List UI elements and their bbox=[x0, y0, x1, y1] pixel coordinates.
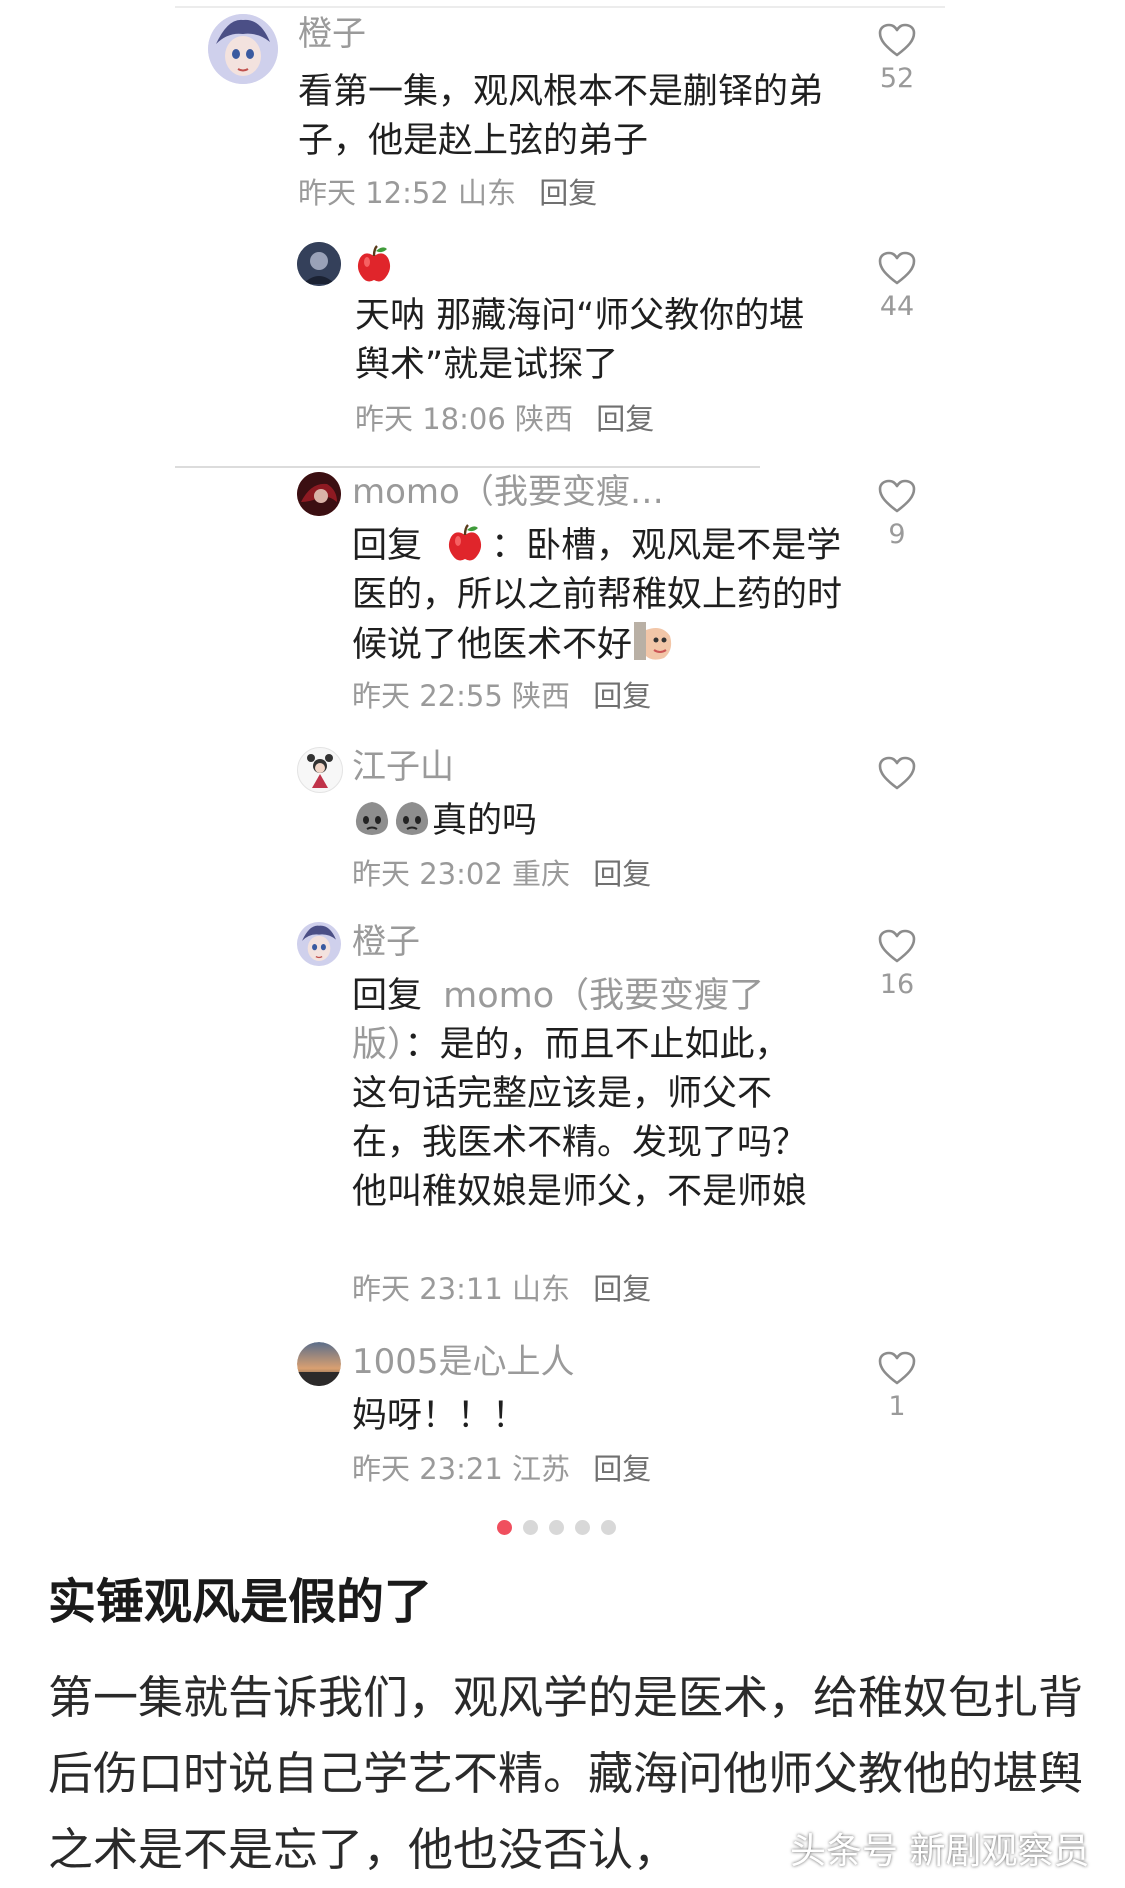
comment-location: 陕西 bbox=[512, 679, 571, 713]
like-count: 9 bbox=[888, 519, 906, 550]
sad-blob-emoji bbox=[355, 802, 389, 835]
carousel-dot[interactable] bbox=[497, 1520, 512, 1535]
comment-item: 橙子 回复 momo（我要变瘦了版）：是的，而且不止如此，这句话完整应该是，师父… bbox=[0, 910, 1125, 1330]
comment-item: 1005是心上人 妈呀！！！ 昨天 23:21 江苏 回复 1 bbox=[0, 1330, 1125, 1500]
comment-text: 回复 momo（我要变瘦了版）：是的，而且不止如此，这句话完整应该是，师父不在，… bbox=[352, 972, 822, 1217]
like-count: 1 bbox=[888, 1391, 906, 1422]
comment-meta: 昨天 23:02 重庆 回复 bbox=[352, 857, 651, 891]
avatar[interactable] bbox=[297, 922, 341, 966]
comment-text: 天呐 那藏海问“师父教你的堪舆术”就是试探了 bbox=[355, 296, 805, 385]
comment-meta: 昨天 23:21 江苏 回复 bbox=[352, 1452, 651, 1486]
sunset-avatar-icon bbox=[297, 1342, 341, 1386]
comment-item: 江子山 真的吗 昨天 23:02 重庆 回复 bbox=[0, 735, 1125, 910]
like-button[interactable]: 1 bbox=[862, 1350, 932, 1422]
comment-date: 昨天 12:52 bbox=[298, 176, 449, 210]
comment-location: 山东 bbox=[512, 1272, 571, 1306]
heart-icon bbox=[878, 23, 916, 57]
anime-avatar-icon bbox=[208, 14, 278, 84]
like-count: 16 bbox=[879, 969, 915, 1000]
comment-location: 山东 bbox=[458, 176, 517, 210]
comment-location: 重庆 bbox=[512, 857, 571, 891]
apple-emoji[interactable] bbox=[445, 523, 485, 563]
comment-item: 橙子 看第一集，观风根本不是蒯铎的弟子，他是赵上弦的弟子 昨天 12:52 山东… bbox=[0, 0, 1125, 230]
heart-icon bbox=[878, 479, 916, 513]
watermark: 头条号 新剧观察员 bbox=[790, 1831, 1090, 1872]
comment-location: 陕西 bbox=[515, 402, 574, 436]
comment-meta: 昨天 18:06 陕西 回复 bbox=[355, 402, 654, 436]
comment-text: 看第一集，观风根本不是蒯铎的弟子，他是赵上弦的弟子 bbox=[298, 72, 824, 161]
comment-username[interactable]: 橙子 bbox=[352, 922, 420, 962]
avatar[interactable] bbox=[297, 1342, 341, 1386]
carousel-dot[interactable] bbox=[601, 1520, 616, 1535]
carousel-indicator bbox=[497, 1520, 629, 1536]
comment-item: 天呐 那藏海问“师父教你的堪舆术”就是试探了 昨天 18:06 陕西 回复 44 bbox=[0, 230, 1125, 460]
comment-body: ：是的，而且不止如此，这句话完整应该是，师父不在，我医术不精。发现了吗？他叫稚奴… bbox=[352, 1025, 808, 1212]
comment-meta: 昨天 23:11 山东 回复 bbox=[352, 1272, 651, 1306]
girl-avatar-icon bbox=[298, 748, 342, 792]
heart-icon bbox=[878, 756, 916, 790]
comment-text: 妈呀！！！ bbox=[352, 1396, 528, 1436]
reply-button[interactable]: 回复 bbox=[593, 857, 651, 891]
reply-prefix: 回复 bbox=[352, 976, 423, 1016]
avatar[interactable] bbox=[297, 747, 343, 793]
carousel-dot[interactable] bbox=[523, 1520, 538, 1535]
anime-avatar-icon bbox=[297, 922, 341, 966]
like-button[interactable]: 52 bbox=[862, 22, 932, 94]
comment-username[interactable]: 橙子 bbox=[298, 14, 366, 54]
like-count: 52 bbox=[879, 63, 915, 94]
like-button[interactable] bbox=[862, 755, 932, 797]
comment-username[interactable]: 江子山 bbox=[352, 747, 454, 787]
heart-icon bbox=[878, 1351, 916, 1385]
carousel-dot[interactable] bbox=[575, 1520, 590, 1535]
comment-location: 江苏 bbox=[512, 1452, 571, 1486]
peek-sticker-icon bbox=[634, 622, 672, 660]
comment-date: 昨天 23:21 bbox=[352, 1452, 503, 1486]
avatar[interactable] bbox=[297, 472, 341, 516]
comment-username[interactable]: momo（我要变瘦… bbox=[352, 472, 664, 512]
like-button[interactable]: 16 bbox=[862, 928, 932, 1000]
comment-meta: 昨天 12:52 山东 回复 bbox=[298, 176, 597, 210]
reply-button[interactable]: 回复 bbox=[596, 402, 654, 436]
carousel-dot[interactable] bbox=[549, 1520, 564, 1535]
sad-blob-emoji bbox=[395, 802, 429, 835]
comment-text: 回复 ：卧槽，观风是不是学医的，所以之前帮稚奴上药的时候说了他医术不好 bbox=[352, 522, 842, 670]
like-count: 44 bbox=[879, 291, 915, 322]
reply-button[interactable]: 回复 bbox=[593, 1272, 651, 1306]
avatar[interactable] bbox=[297, 242, 341, 286]
comment-username[interactable]: 1005是心上人 bbox=[352, 1342, 575, 1382]
like-button[interactable]: 44 bbox=[862, 250, 932, 322]
comment-date: 昨天 23:11 bbox=[352, 1272, 503, 1306]
comment-date: 昨天 22:55 bbox=[352, 679, 503, 713]
comment-item: momo（我要变瘦… 回复 ：卧槽，观风是不是学医的，所以之前帮稚奴上药的时候说… bbox=[0, 460, 1125, 735]
comment-meta: 昨天 22:55 陕西 回复 bbox=[352, 679, 651, 713]
reply-button[interactable]: 回复 bbox=[593, 679, 651, 713]
reply-button[interactable]: 回复 bbox=[593, 1452, 651, 1486]
comment-body: 真的吗 bbox=[432, 801, 538, 841]
heart-icon bbox=[878, 929, 916, 963]
comment-username[interactable] bbox=[355, 244, 393, 287]
article-heading: 实锤观风是假的了 bbox=[48, 1574, 433, 1630]
reply-prefix: 回复 bbox=[352, 526, 423, 566]
comment-date: 昨天 18:06 bbox=[355, 402, 506, 436]
comment-date: 昨天 23:02 bbox=[352, 857, 503, 891]
red-dark-avatar-icon bbox=[297, 472, 341, 516]
avatar[interactable] bbox=[208, 14, 278, 84]
comment-text: 真的吗 bbox=[352, 797, 842, 846]
reply-button[interactable]: 回复 bbox=[539, 176, 597, 210]
heart-icon bbox=[878, 251, 916, 285]
apple-emoji bbox=[357, 245, 391, 282]
like-button[interactable]: 9 bbox=[862, 478, 932, 550]
comment-body: ：卧槽，观风是不是学医的，所以之前帮稚奴上药的时候说了他医术不好 bbox=[352, 526, 843, 665]
dark-avatar-icon bbox=[297, 242, 341, 286]
